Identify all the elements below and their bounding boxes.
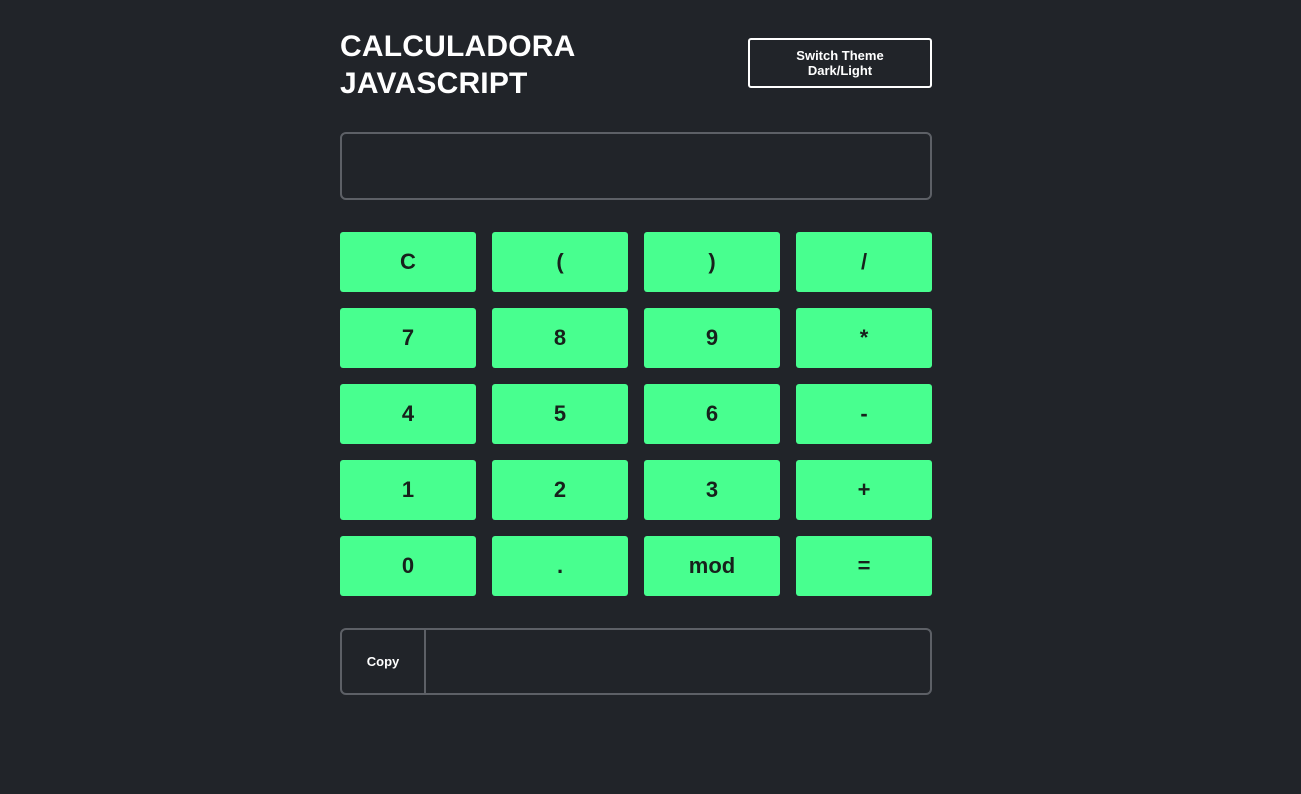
result-output-field[interactable] <box>426 630 930 693</box>
switch-theme-button[interactable]: Switch Theme Dark/Light <box>748 38 932 88</box>
key-9[interactable]: 9 <box>644 308 780 368</box>
key-clear[interactable]: C <box>340 232 476 292</box>
key-2[interactable]: 2 <box>492 460 628 520</box>
key-close-paren[interactable]: ) <box>644 232 780 292</box>
calculator-app: CALCULADORA JAVASCRIPT Switch Theme Dark… <box>340 0 932 695</box>
key-5[interactable]: 5 <box>492 384 628 444</box>
key-equals[interactable]: = <box>796 536 932 596</box>
key-subtract[interactable]: - <box>796 384 932 444</box>
key-add[interactable]: + <box>796 460 932 520</box>
key-mod[interactable]: mod <box>644 536 780 596</box>
key-decimal[interactable]: . <box>492 536 628 596</box>
copy-button[interactable]: Copy <box>342 630 426 693</box>
calculator-display-input[interactable] <box>340 132 932 200</box>
key-multiply[interactable]: * <box>796 308 932 368</box>
keypad: C ( ) / 7 8 9 * 4 5 6 - 1 2 3 + 0 . mod … <box>340 232 932 596</box>
key-1[interactable]: 1 <box>340 460 476 520</box>
key-8[interactable]: 8 <box>492 308 628 368</box>
title-line-2: JAVASCRIPT <box>340 67 528 100</box>
switch-theme-label-1: Switch Theme <box>796 48 884 63</box>
key-3[interactable]: 3 <box>644 460 780 520</box>
key-7[interactable]: 7 <box>340 308 476 368</box>
key-0[interactable]: 0 <box>340 536 476 596</box>
key-divide[interactable]: / <box>796 232 932 292</box>
key-4[interactable]: 4 <box>340 384 476 444</box>
title-line-1: CALCULADORA <box>340 30 576 63</box>
header: CALCULADORA JAVASCRIPT Switch Theme Dark… <box>340 0 932 132</box>
result-bar: Copy <box>340 628 932 695</box>
page-title: CALCULADORA JAVASCRIPT <box>340 28 660 102</box>
key-6[interactable]: 6 <box>644 384 780 444</box>
key-open-paren[interactable]: ( <box>492 232 628 292</box>
switch-theme-label-2: Dark/Light <box>807 63 873 78</box>
